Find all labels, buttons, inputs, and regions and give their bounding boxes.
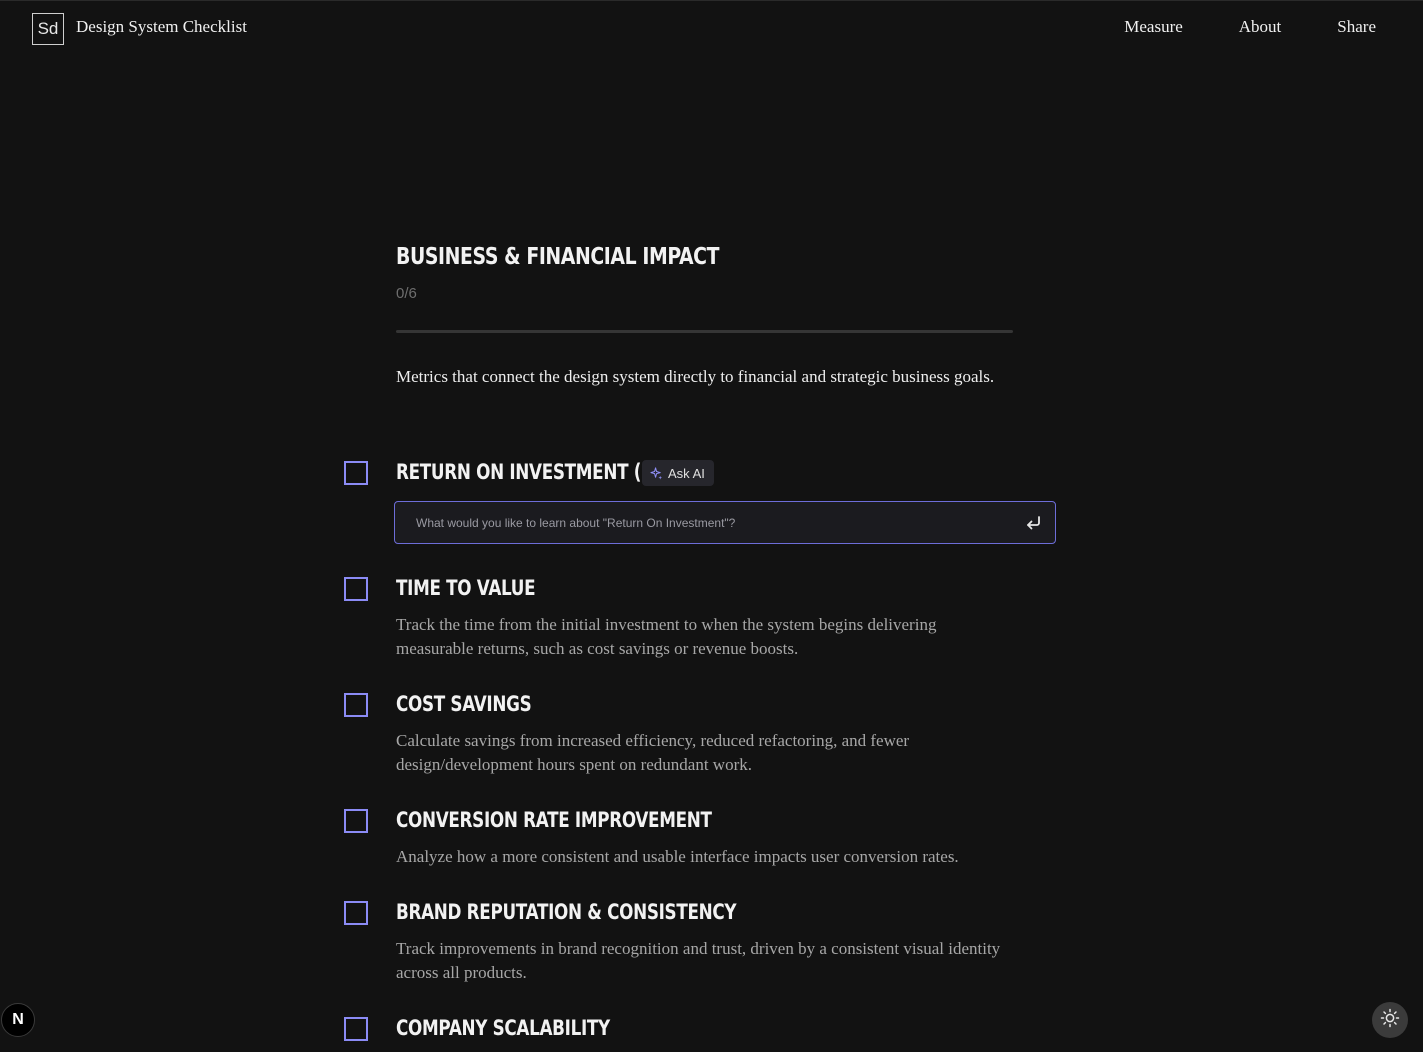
ask-ai-button[interactable]: Ask AI — [642, 460, 714, 486]
top-header: Sd Design System Checklist Measure About… — [0, 1, 1423, 57]
enter-icon[interactable] — [1024, 513, 1044, 533]
item-title: TIME TO VALUE — [396, 576, 536, 600]
sun-icon — [1380, 1008, 1400, 1032]
item-checkbox[interactable] — [344, 901, 368, 925]
nav-about[interactable]: About — [1239, 17, 1282, 37]
item-checkbox[interactable] — [344, 461, 368, 485]
item-checkbox[interactable] — [344, 1017, 368, 1041]
section-description: Metrics that connect the design system d… — [396, 367, 995, 386]
sparkle-icon — [650, 466, 663, 480]
logo[interactable]: Sd — [32, 13, 64, 45]
item-description: Calculate savings from increased efficie… — [396, 731, 910, 774]
section-title: BUSINESS & FINANCIAL IMPACT — [396, 244, 720, 270]
item-title: COST SAVINGS — [396, 692, 532, 716]
ask-ai-label: Ask AI — [668, 465, 705, 481]
item-description: Track the time from the initial investme… — [396, 615, 937, 658]
n-badge-button[interactable]: N — [1, 1003, 35, 1037]
ask-ai-field — [394, 501, 1056, 544]
nav-measure[interactable]: Measure — [1124, 17, 1183, 37]
main-nav: Measure About Share — [1124, 17, 1376, 37]
progress-bar — [396, 330, 1013, 333]
ask-ai-input[interactable] — [395, 502, 1015, 543]
item-title: RETURN ON INVESTMENT (ROI) — [396, 460, 681, 484]
nav-share[interactable]: Share — [1337, 17, 1376, 37]
item-checkbox[interactable] — [344, 809, 368, 833]
theme-toggle-button[interactable] — [1372, 1002, 1408, 1038]
item-description: Track improvements in brand recognition … — [396, 939, 1001, 982]
item-description: Analyze how a more consistent and usable… — [396, 847, 959, 866]
item-title: BRAND REPUTATION & CONSISTENCY — [396, 900, 737, 924]
item-checkbox[interactable] — [344, 693, 368, 717]
app-title[interactable]: Design System Checklist — [76, 17, 247, 37]
item-checkbox[interactable] — [344, 577, 368, 601]
progress-count: 0/6 — [396, 285, 417, 302]
item-title: COMPANY SCALABILITY — [396, 1016, 610, 1040]
item-title: CONVERSION RATE IMPROVEMENT — [396, 808, 712, 832]
